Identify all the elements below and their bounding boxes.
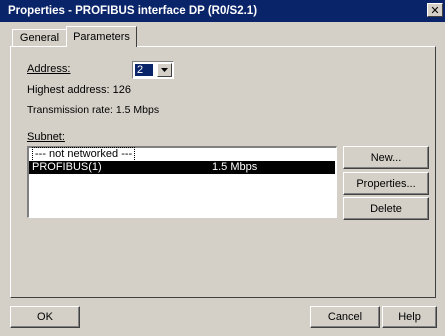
- highest-address-text: Highest address: 126: [27, 84, 131, 96]
- address-value: 2: [135, 64, 153, 76]
- cancel-button[interactable]: Cancel: [310, 306, 380, 328]
- properties-button-label: Properties...: [356, 177, 416, 190]
- list-item[interactable]: PROFIBUS(1) 1.5 Mbps: [29, 161, 335, 174]
- tab-parameters[interactable]: Parameters: [66, 26, 137, 47]
- properties-button[interactable]: Properties...: [343, 172, 429, 195]
- window-title: Properties - PROFIBUS interface DP (R0/S…: [8, 5, 258, 17]
- subnet-name: --- not networked ---: [31, 147, 136, 162]
- subnet-rate: 1.5 Mbps: [212, 161, 258, 173]
- delete-button[interactable]: Delete: [343, 197, 429, 220]
- help-button-label: Help: [398, 311, 421, 323]
- new-button-label: New...: [370, 151, 402, 164]
- properties-dialog: Properties - PROFIBUS interface DP (R0/S…: [0, 0, 445, 336]
- dropdown-arrow-button[interactable]: [157, 63, 172, 77]
- help-button[interactable]: Help: [382, 306, 437, 328]
- tab-general[interactable]: General: [12, 29, 67, 46]
- chevron-down-icon: [161, 68, 168, 72]
- close-icon[interactable]: ✕: [427, 3, 443, 17]
- subnet-name: PROFIBUS(1): [32, 161, 102, 173]
- ok-button-label: OK: [37, 311, 53, 323]
- tab-parameters-label: Parameters: [73, 31, 130, 43]
- transmission-rate-text: Transmission rate: 1.5 Mbps: [27, 104, 160, 116]
- new-button[interactable]: New...: [343, 146, 429, 169]
- address-label: Address:: [27, 63, 71, 75]
- ok-button[interactable]: OK: [10, 306, 80, 328]
- title-bar[interactable]: Properties - PROFIBUS interface DP (R0/S…: [0, 0, 445, 22]
- address-dropdown[interactable]: 2: [132, 61, 174, 79]
- subnet-label: Subnet:: [27, 131, 65, 143]
- cancel-button-label: Cancel: [327, 311, 363, 323]
- list-item[interactable]: --- not networked ---: [29, 147, 335, 162]
- delete-button-label: Delete: [370, 202, 402, 215]
- tab-general-label: General: [19, 32, 60, 44]
- subnet-listbox[interactable]: --- not networked --- PROFIBUS(1) 1.5 Mb…: [27, 146, 337, 218]
